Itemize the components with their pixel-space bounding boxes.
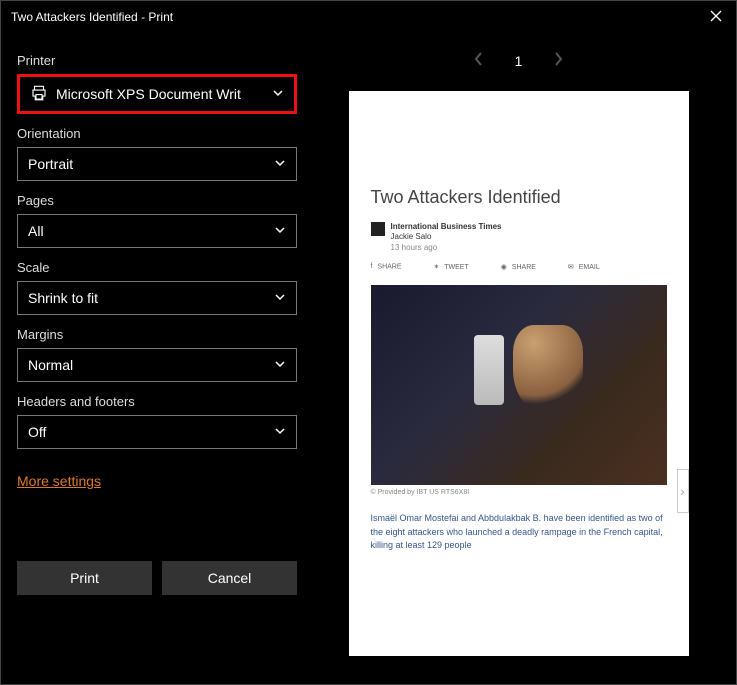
page-number: 1 <box>515 53 523 69</box>
orientation-select[interactable]: Portrait <box>17 147 297 181</box>
publisher-name: International Business Times <box>391 222 502 232</box>
scale-select[interactable]: Shrink to fit <box>17 281 297 315</box>
article-body: Ismaël Omar Mostefai and Abbdulakbak B. … <box>371 512 667 553</box>
share-generic[interactable]: ◉ SHARE <box>501 263 536 271</box>
printer-value: Microsoft XPS Document Writ <box>56 86 272 102</box>
publisher-block: International Business Times Jackie Salo… <box>391 222 502 253</box>
printer-select[interactable]: Microsoft XPS Document Writ <box>17 74 297 114</box>
share-facebook[interactable]: f SHARE <box>371 263 402 271</box>
scale-value: Shrink to fit <box>28 290 274 306</box>
image-credit: © Provided by IBT US RTS6X8I <box>371 489 667 496</box>
chevron-down-icon <box>274 357 286 373</box>
article-title: Two Attackers Identified <box>371 187 667 208</box>
scale-label: Scale <box>17 260 297 275</box>
headers-footers-label: Headers and footers <box>17 394 297 409</box>
share-email[interactable]: ✉ EMAIL <box>568 263 600 271</box>
orientation-label: Orientation <box>17 126 297 141</box>
page-preview: Two Attackers Identified International B… <box>349 91 689 656</box>
print-button[interactable]: Print <box>17 561 152 595</box>
cancel-button[interactable]: Cancel <box>162 561 297 595</box>
publish-time: 13 hours ago <box>391 243 502 253</box>
pages-select[interactable]: All <box>17 214 297 248</box>
pages-label: Pages <box>17 193 297 208</box>
share-row: f SHARE ✶ TWEET ◉ SHARE ✉ EMAIL <box>371 263 667 271</box>
preview-column: 1 Two Attackers Identified International… <box>317 41 720 668</box>
headers-footers-value: Off <box>28 424 274 440</box>
headers-footers-select[interactable]: Off <box>17 415 297 449</box>
margins-select[interactable]: Normal <box>17 348 297 382</box>
article-image <box>371 285 667 485</box>
printer-icon <box>30 84 48 105</box>
page-pager: 1 <box>473 41 565 81</box>
chevron-down-icon <box>272 86 284 102</box>
printer-label: Printer <box>17 53 297 68</box>
close-icon[interactable] <box>706 9 726 25</box>
chevron-down-icon <box>274 223 286 239</box>
pages-value: All <box>28 223 274 239</box>
chevron-down-icon <box>274 156 286 172</box>
print-settings-panel: Printer Microsoft XPS Document Writ Orie… <box>17 41 297 668</box>
margins-value: Normal <box>28 357 274 373</box>
next-page-icon[interactable] <box>552 51 564 72</box>
more-settings-link[interactable]: More settings <box>17 473 101 489</box>
chevron-down-icon <box>274 290 286 306</box>
orientation-value: Portrait <box>28 156 274 172</box>
chevron-down-icon <box>274 424 286 440</box>
publisher-badge <box>371 222 385 236</box>
share-tweet[interactable]: ✶ TWEET <box>434 263 469 271</box>
window-title: Two Attackers Identified - Print <box>11 10 173 24</box>
next-image-icon[interactable]: › <box>677 469 689 513</box>
margins-label: Margins <box>17 327 297 342</box>
author-name: Jackie Salo <box>391 232 502 242</box>
prev-page-icon[interactable] <box>473 51 485 72</box>
